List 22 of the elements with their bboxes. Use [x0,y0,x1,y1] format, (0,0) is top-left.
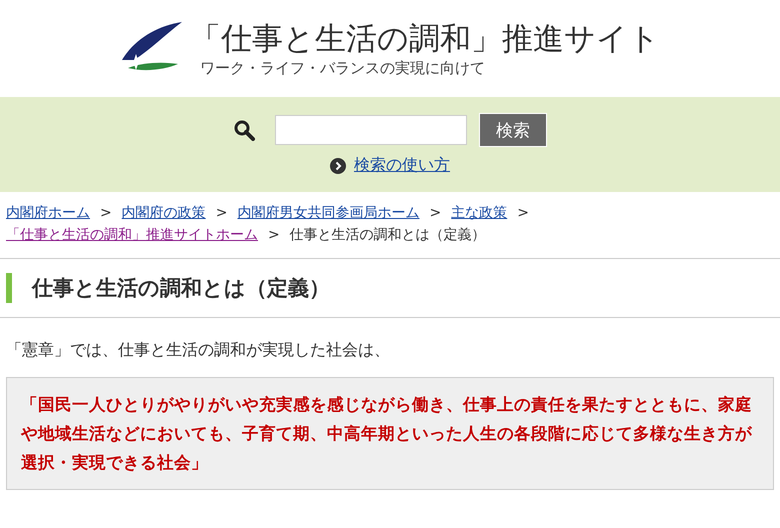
breadcrumb-link[interactable]: 内閣府の政策 [122,205,206,221]
search-field[interactable] [275,115,467,145]
search-icon [233,119,255,141]
breadcrumb-separator: > [100,205,112,221]
breadcrumb-link[interactable]: 主な政策 [451,205,508,221]
breadcrumb-link[interactable]: 内閣府男女共同参画局ホーム [237,205,420,221]
breadcrumb-separator: > [268,227,280,243]
site-title: 「仕事と生活の調和」推進サイト [190,20,660,58]
site-subtitle: ワーク・ライフ・バランスの実現に向けて [199,58,486,78]
intro-text: 「憲章」では、仕事と生活の調和が実現した社会は、 [6,340,391,361]
breadcrumb-separator: > [216,205,228,221]
chevron-right-icon [330,158,346,174]
breadcrumb-current: 仕事と生活の調和とは（定義） [290,227,486,243]
page-heading: 仕事と生活の調和とは（定義） [6,273,774,303]
search-button[interactable]: 検索 [479,113,547,147]
breadcrumb-separator: > [517,205,529,221]
breadcrumb-link[interactable]: 「仕事と生活の調和」推進サイトホーム [6,227,258,243]
logo-icon [120,20,184,72]
breadcrumb-separator: > [429,205,442,221]
breadcrumb-link[interactable]: 内閣府ホーム [6,205,90,221]
quote-text: 「国民一人ひとりがやりがいや充実感を感じながら働き、仕事上の責任を果たすとともに、家庭や地域生活などにおいても、子育て期、中高年期といった人生の各段階に応じて多様な生き方が選択・実現できる社会」 [21,395,752,472]
search-help-link[interactable]: 検索の使い方 [354,155,450,176]
